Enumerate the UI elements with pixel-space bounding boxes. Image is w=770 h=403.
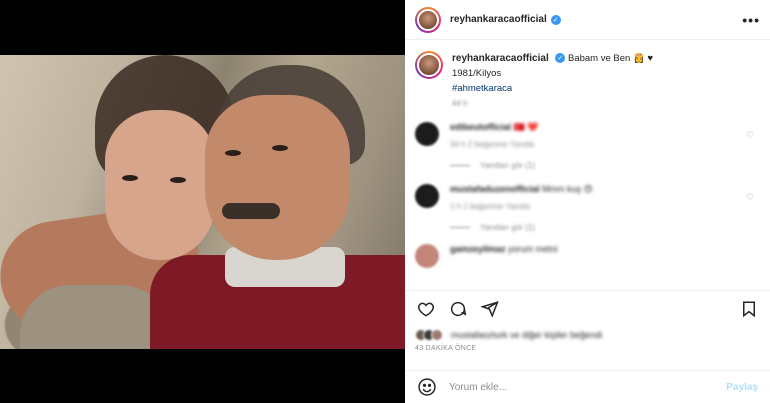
- heart-icon[interactable]: [415, 298, 437, 320]
- post-time-ago[interactable]: 43 DAKİKA ÖNCE: [415, 345, 760, 352]
- post-side-panel: reyhankaracaofficial ✓ ••• reyhankaracao…: [405, 0, 770, 403]
- comment-text: yorum metni: [508, 244, 558, 254]
- comment-item: edibeutofficial 🇹🇷 ❤️ 34 h 2 beğenme Yan…: [415, 122, 760, 149]
- instagram-post-modal: reyhankaracaofficial ✓ ••• reyhankaracao…: [0, 0, 770, 403]
- photo-detail: [105, 110, 215, 260]
- comments-list[interactable]: reyhankaracaofficial ✓ Babam ve Ben 👸 ♥ …: [405, 41, 770, 290]
- post-header: reyhankaracaofficial ✓ •••: [405, 0, 770, 40]
- add-comment-bar: Yorum ekle... Paylaş: [405, 370, 770, 403]
- caption-username[interactable]: reyhankaracaofficial: [452, 53, 549, 64]
- photo-detail: [170, 177, 186, 183]
- photo-detail: [20, 285, 170, 349]
- post-photo[interactable]: [0, 55, 405, 349]
- comment-text: Mmm kuş 😍: [542, 184, 593, 194]
- caption: reyhankaracaofficial ✓ Babam ve Ben 👸 ♥ …: [415, 51, 760, 108]
- photo-detail: [222, 203, 280, 219]
- photo-detail: [205, 95, 350, 260]
- photo-detail: [122, 175, 138, 181]
- comment-item: mustafaduzenofficial Mmm kuş 😍 1 h 1 beğ…: [415, 184, 760, 211]
- caption-timestamp: 44 h: [452, 99, 468, 108]
- comment-meta: 1 h 1 beğenme Yanıtla: [450, 202, 530, 211]
- comment-meta: 34 h 2 beğenme Yanıtla: [450, 140, 535, 149]
- smile-icon[interactable]: [417, 377, 437, 397]
- action-bar: [415, 291, 760, 327]
- more-horizontal-icon[interactable]: •••: [742, 12, 760, 28]
- caption-line2: 1981/Kilyos: [452, 68, 502, 79]
- comment-item: gamzeyilmaz yorum metni: [415, 244, 760, 268]
- avatar[interactable]: [415, 244, 439, 268]
- comment-input[interactable]: Yorum ekle...: [449, 382, 726, 393]
- comment-icon[interactable]: [447, 298, 469, 320]
- photo-pane: [0, 0, 405, 403]
- verified-badge-icon: ✓: [555, 53, 566, 64]
- avatar[interactable]: [415, 184, 439, 208]
- view-replies-link[interactable]: Yanıtları gör (1): [450, 161, 760, 170]
- comment-like-icon[interactable]: ♡: [746, 130, 754, 141]
- comment-username[interactable]: edibeutofficial: [450, 122, 511, 132]
- comment-like-icon[interactable]: ♡: [746, 192, 754, 203]
- bookmark-icon[interactable]: [738, 298, 760, 320]
- hashtag-link[interactable]: #ahmetkaraca: [452, 83, 512, 94]
- caption-line1: Babam ve Ben 👸 ♥: [568, 53, 654, 64]
- likes-summary[interactable]: mustafaozturk ve diğer kişiler beğendi: [415, 327, 760, 343]
- avatar[interactable]: [415, 51, 443, 79]
- comment-text: 🇹🇷 ❤️: [513, 122, 539, 132]
- avatar[interactable]: [415, 122, 439, 146]
- avatar[interactable]: [415, 6, 441, 33]
- post-footer: mustafaozturk ve diğer kişiler beğendi 4…: [405, 290, 770, 352]
- verified-badge-icon: ✓: [550, 14, 561, 25]
- header-username[interactable]: reyhankaracaofficial: [450, 14, 547, 25]
- likes-text[interactable]: mustafaozturk ve diğer kişiler beğendi: [451, 330, 602, 340]
- photo-detail: [272, 145, 288, 151]
- photo-detail: [225, 150, 241, 156]
- comment-username[interactable]: mustafaduzenofficial: [450, 184, 540, 194]
- post-comment-button[interactable]: Paylaş: [726, 382, 758, 393]
- share-icon[interactable]: [479, 298, 501, 320]
- comment-username[interactable]: gamzeyilmaz: [450, 244, 506, 254]
- liker-avatars: [415, 329, 443, 341]
- view-replies-link[interactable]: Yanıtları gör (1): [450, 223, 760, 232]
